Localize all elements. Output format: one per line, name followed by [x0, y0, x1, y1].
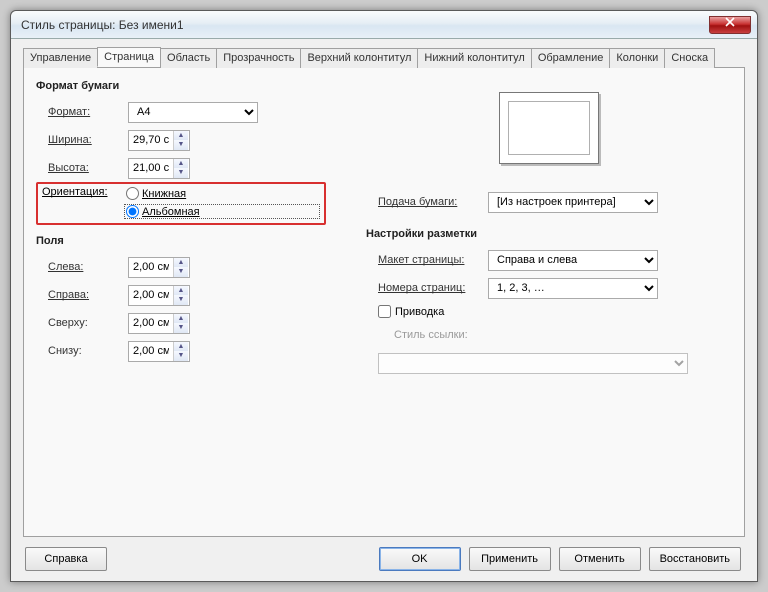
margin-right-row: Справа: ▲▼: [48, 284, 326, 306]
reference-style-row: Стиль ссылки:: [394, 324, 732, 346]
width-spin-buttons[interactable]: ▲▼: [173, 131, 188, 150]
margin-right-spinner[interactable]: ▲▼: [128, 285, 190, 306]
margin-bottom-spinner[interactable]: ▲▼: [128, 341, 190, 362]
page-numbers-label: Номера страниц:: [378, 282, 488, 294]
reference-style-select-row: [378, 352, 732, 374]
height-spinner[interactable]: ▲▼: [128, 158, 190, 179]
height-input[interactable]: [129, 159, 173, 178]
paper-tray-label: Подача бумаги:: [378, 196, 488, 208]
close-button[interactable]: [709, 16, 751, 34]
preview-page-icon: [499, 92, 599, 164]
orientation-label: Ориентация:: [42, 186, 124, 198]
format-select[interactable]: A4: [128, 102, 258, 123]
format-label: Формат:: [48, 106, 128, 118]
orientation-landscape[interactable]: Альбомная: [124, 204, 320, 219]
paper-format-header: Формат бумаги: [36, 80, 326, 92]
page-panel: Формат бумаги Формат: A4 Ширина: ▲▼ Высо…: [23, 68, 745, 537]
radio-portrait[interactable]: [126, 187, 139, 200]
left-column: Формат бумаги Формат: A4 Ширина: ▲▼ Высо…: [36, 78, 326, 526]
margins-header: Поля: [36, 235, 326, 247]
tab-page[interactable]: Страница: [97, 47, 161, 67]
titlebar: Стиль страницы: Без имени1: [11, 11, 757, 39]
width-spinner[interactable]: ▲▼: [128, 130, 190, 151]
page-numbers-row: Номера страниц: 1, 2, 3, …: [378, 277, 732, 299]
reference-style-label: Стиль ссылки:: [394, 329, 468, 341]
tab-transparency[interactable]: Прозрачность: [216, 48, 301, 68]
ok-button[interactable]: OK: [379, 547, 461, 571]
margin-bottom-label: Снизу:: [48, 345, 128, 357]
orientation-portrait[interactable]: Книжная: [124, 186, 320, 201]
orientation-highlighted: Ориентация: Книжная Альбомная: [36, 182, 326, 225]
page-preview: [464, 78, 634, 178]
dialog-content: Управление Страница Область Прозрачность…: [11, 39, 757, 581]
window-title: Стиль страницы: Без имени1: [17, 18, 184, 32]
tab-footer[interactable]: Нижний колонтитул: [417, 48, 531, 68]
layout-settings-header: Настройки разметки: [366, 228, 732, 240]
tab-header[interactable]: Верхний колонтитул: [300, 48, 418, 68]
margin-bottom-row: Снизу: ▲▼: [48, 340, 326, 362]
margin-top-spinner[interactable]: ▲▼: [128, 313, 190, 334]
cancel-button[interactable]: Отменить: [559, 547, 641, 571]
paper-tray-select[interactable]: [Из настроек принтера]: [488, 192, 658, 213]
orientation-landscape-label: Альбомная: [142, 206, 200, 218]
tab-columns[interactable]: Колонки: [609, 48, 665, 68]
height-label: Высота:: [48, 162, 128, 174]
button-row: Справка OK Применить Отменить Восстанови…: [23, 537, 745, 571]
page-layout-select[interactable]: Справа и слева: [488, 250, 658, 271]
register-true-row: Приводка: [378, 305, 732, 318]
margin-left-row: Слева: ▲▼: [48, 256, 326, 278]
dialog-window: Стиль страницы: Без имени1 Управление Ст…: [10, 10, 758, 582]
height-spin-buttons[interactable]: ▲▼: [173, 159, 188, 178]
margin-bottom-input[interactable]: [129, 342, 173, 361]
tab-management[interactable]: Управление: [23, 48, 98, 68]
help-button[interactable]: Справка: [25, 547, 107, 571]
width-input[interactable]: [129, 131, 173, 150]
right-column: Подача бумаги: [Из настроек принтера] На…: [366, 78, 732, 526]
page-numbers-select[interactable]: 1, 2, 3, …: [488, 278, 658, 299]
margin-left-label: Слева:: [48, 261, 128, 273]
margin-left-spinner[interactable]: ▲▼: [128, 257, 190, 278]
apply-button[interactable]: Применить: [469, 547, 551, 571]
margin-top-row: Сверху: ▲▼: [48, 312, 326, 334]
width-row: Ширина: ▲▼: [48, 129, 326, 151]
height-row: Высота: ▲▼: [48, 157, 326, 179]
format-row: Формат: A4: [48, 101, 326, 123]
radio-landscape[interactable]: [126, 205, 139, 218]
margin-top-input[interactable]: [129, 314, 173, 333]
tab-strip: Управление Страница Область Прозрачность…: [23, 47, 745, 68]
margin-left-input[interactable]: [129, 258, 173, 277]
orientation-portrait-label: Книжная: [142, 188, 186, 200]
paper-tray-row: Подача бумаги: [Из настроек принтера]: [378, 191, 732, 213]
reference-style-select: [378, 353, 688, 374]
width-label: Ширина:: [48, 134, 128, 146]
register-true-label: Приводка: [395, 306, 444, 318]
page-layout-row: Макет страницы: Справа и слева: [378, 249, 732, 271]
tab-borders[interactable]: Обрамление: [531, 48, 611, 68]
margin-top-label: Сверху:: [48, 317, 128, 329]
margin-right-label: Справа:: [48, 289, 128, 301]
register-true-checkbox[interactable]: [378, 305, 391, 318]
tab-footnote[interactable]: Сноска: [664, 48, 715, 68]
reset-button[interactable]: Восстановить: [649, 547, 741, 571]
page-layout-label: Макет страницы:: [378, 254, 488, 266]
margin-right-input[interactable]: [129, 286, 173, 305]
tab-area[interactable]: Область: [160, 48, 217, 68]
